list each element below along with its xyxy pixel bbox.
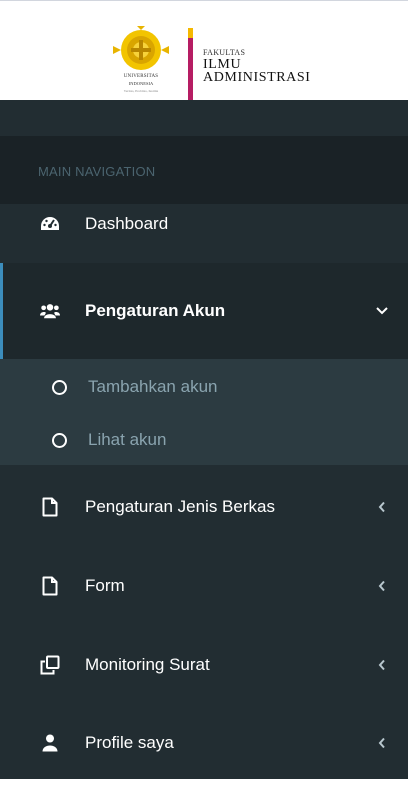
brand-name-line2: ADMINISTRASI bbox=[203, 70, 311, 85]
sidebar-item-form[interactable]: Form bbox=[0, 549, 408, 623]
sidebar-item-profile-saya[interactable]: Profile saya bbox=[0, 707, 408, 779]
sidebar-item-dashboard[interactable]: Dashboard bbox=[0, 184, 408, 263]
logo-header[interactable]: UNIVERSITAS INDONESIA Veritas, Probitas,… bbox=[0, 8, 408, 106]
sidebar-user-panel bbox=[0, 100, 408, 136]
submenu-item-label: Lihat akun bbox=[88, 430, 167, 449]
seal-text-universitas: UNIVERSITAS bbox=[123, 74, 159, 79]
page-bottom bbox=[0, 779, 408, 786]
brand-kicker: FAKULTAS bbox=[203, 48, 246, 57]
user-icon bbox=[40, 733, 60, 753]
sidebar-item-label: Profile saya bbox=[85, 733, 174, 752]
sidebar-item-label: Dashboard bbox=[85, 213, 169, 233]
file-icon bbox=[40, 497, 60, 517]
file-icon bbox=[40, 576, 60, 596]
circle-o-icon bbox=[52, 379, 67, 395]
sidebar-item-label: Form bbox=[85, 576, 125, 595]
submenu-item-lihat-akun[interactable]: Lihat akun bbox=[0, 422, 408, 458]
submenu-item-tambahkan-akun[interactable]: Tambahkan akun bbox=[0, 369, 408, 405]
sidebar-item-monitoring-surat[interactable]: Monitoring Surat bbox=[0, 623, 408, 707]
seal-emblem-icon bbox=[113, 26, 169, 70]
top-border bbox=[0, 0, 415, 8]
sidebar-item-label: Monitoring Surat bbox=[85, 655, 210, 674]
page-right-gutter bbox=[408, 0, 415, 786]
seal-motto: Veritas, Probitas, Iustitia bbox=[123, 89, 159, 93]
seal-text-indonesia: INDONESIA bbox=[128, 81, 154, 86]
sidebar-item-label: Pengaturan Jenis Berkas bbox=[85, 497, 275, 516]
chevron-left-icon bbox=[376, 501, 388, 513]
clone-icon bbox=[40, 655, 60, 675]
university-seal-logo: UNIVERSITAS INDONESIA Veritas, Probitas,… bbox=[105, 26, 177, 100]
chevron-left-icon bbox=[376, 659, 388, 671]
users-icon bbox=[40, 301, 60, 321]
page: UNIVERSITAS INDONESIA Veritas, Probitas,… bbox=[0, 0, 415, 786]
brand-color-bar-top bbox=[188, 28, 193, 38]
chevron-left-icon bbox=[376, 737, 388, 749]
chevron-left-icon bbox=[376, 580, 388, 592]
brand-color-bar bbox=[188, 28, 193, 106]
circle-o-icon bbox=[52, 432, 67, 448]
sidebar-item-pengaturan-akun[interactable]: Pengaturan Akun bbox=[0, 263, 408, 359]
submenu-item-label: Tambahkan akun bbox=[88, 377, 218, 396]
sidebar-item-label: Pengaturan Akun bbox=[85, 301, 226, 320]
dashboard-icon bbox=[40, 214, 60, 234]
chevron-down-icon bbox=[376, 305, 388, 317]
sidebar-item-pengaturan-jenis-berkas[interactable]: Pengaturan Jenis Berkas bbox=[0, 465, 408, 549]
